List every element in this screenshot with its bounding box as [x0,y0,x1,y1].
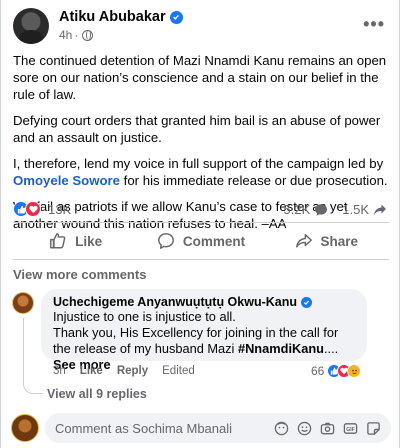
mention-link[interactable]: Omoyele Sowore [13,173,120,188]
like-button[interactable]: Like [13,228,138,254]
post-meta: 4h · [59,28,94,42]
view-all-replies-link[interactable]: View all 9 replies [47,387,147,401]
reaction-count: 13K [48,201,72,217]
comment-button[interactable]: Comment [138,228,263,254]
action-bar: Like Comment Share [13,228,389,254]
divider-bottom [13,259,389,260]
divider-top [13,222,389,223]
shares-count-link[interactable]: 1.5K [342,202,387,217]
comments-count-link[interactable]: 5.2K [284,202,329,217]
comment-time[interactable]: 3h [53,365,66,377]
composer-tools: GIF [274,421,381,436]
current-user-avatar[interactable] [11,414,39,442]
comment-bubble: Uchechigeme Anyanwuụtụtụ Okwu-Kanu Injus… [41,289,367,372]
comment-author-row: Uchechigeme Anyanwuụtụtụ Okwu-Kanu [53,295,355,309]
comment-author[interactable]: Uchechigeme Anyanwuụtụtụ Okwu-Kanu [53,295,297,309]
comment-text: Injustice to one is injustice to all. Th… [53,309,355,373]
comment-icon [157,233,174,249]
comment-input[interactable] [55,420,274,436]
paragraph-3-text: I, therefore, lend my voice in full supp… [13,156,384,171]
gif-icon[interactable]: GIF [343,421,358,436]
avatar-sticker-icon[interactable] [274,421,289,436]
comment-composer: GIF [45,413,391,443]
author-avatar[interactable] [13,8,49,44]
view-more-comments-link[interactable]: View more comments [13,267,146,282]
love-reaction-icon [25,201,41,217]
comment-like-button[interactable]: Like [80,365,103,377]
thread-line [23,318,43,394]
post-paragraph-2: Defying court orders that granted him ba… [13,113,381,145]
comment-label: Comment [182,233,246,249]
comments-count: 5.2K [283,202,311,217]
like-label: Like [75,233,103,249]
comment-line-1: Injustice to one is injustice to all. [53,309,236,324]
comment-reply-button[interactable]: Reply [117,365,148,377]
share-icon [295,233,312,248]
verified-icon [301,296,313,308]
comment-meta: 3h Like Reply Edited [53,365,195,377]
commenter-avatar[interactable] [12,292,34,314]
reaction-summary[interactable]: 13K [13,201,71,217]
post-header: Atiku Abubakar 4h · ••• [13,8,389,44]
author-row: Atiku Abubakar [59,9,183,25]
sticker-icon[interactable] [366,421,381,436]
author-name[interactable]: Atiku Abubakar [59,9,166,25]
comment-count-icon [315,203,328,216]
meta-separator: · [74,28,79,42]
share-count-icon [374,204,386,215]
post-card: Atiku Abubakar 4h · ••• The continued de… [0,0,400,448]
more-icon: ••• [363,14,385,34]
engagement-counts: 5.2K 1.5K [284,202,388,217]
camera-icon[interactable] [320,421,335,436]
care-reaction-icon [347,364,362,378]
more-options-button[interactable]: ••• [363,14,385,35]
emoji-icon[interactable] [297,421,312,436]
post-time[interactable]: 4h [59,28,72,42]
comment-edited-label[interactable]: Edited [162,365,195,377]
comment-ellipsis: .... [324,341,339,356]
comment-reactions[interactable]: 66 [311,364,362,378]
hashtag-link[interactable]: #NnamdiKanu [238,341,324,356]
paragraph-3-text-end: for his immediate release or due prosecu… [120,173,388,188]
post-paragraph-3: I, therefore, lend my voice in full supp… [13,155,393,189]
svg-text:GIF: GIF [346,426,355,432]
verified-icon [169,10,183,24]
like-icon [50,233,66,249]
shares-count: 1.5K [342,202,369,217]
share-button[interactable]: Share [264,228,389,254]
share-label: Share [320,233,359,249]
globe-icon [82,29,94,41]
post-paragraph-1: The continued detention of Mazi Nnamdi K… [13,53,387,102]
comment-reaction-count: 66 [311,364,325,378]
